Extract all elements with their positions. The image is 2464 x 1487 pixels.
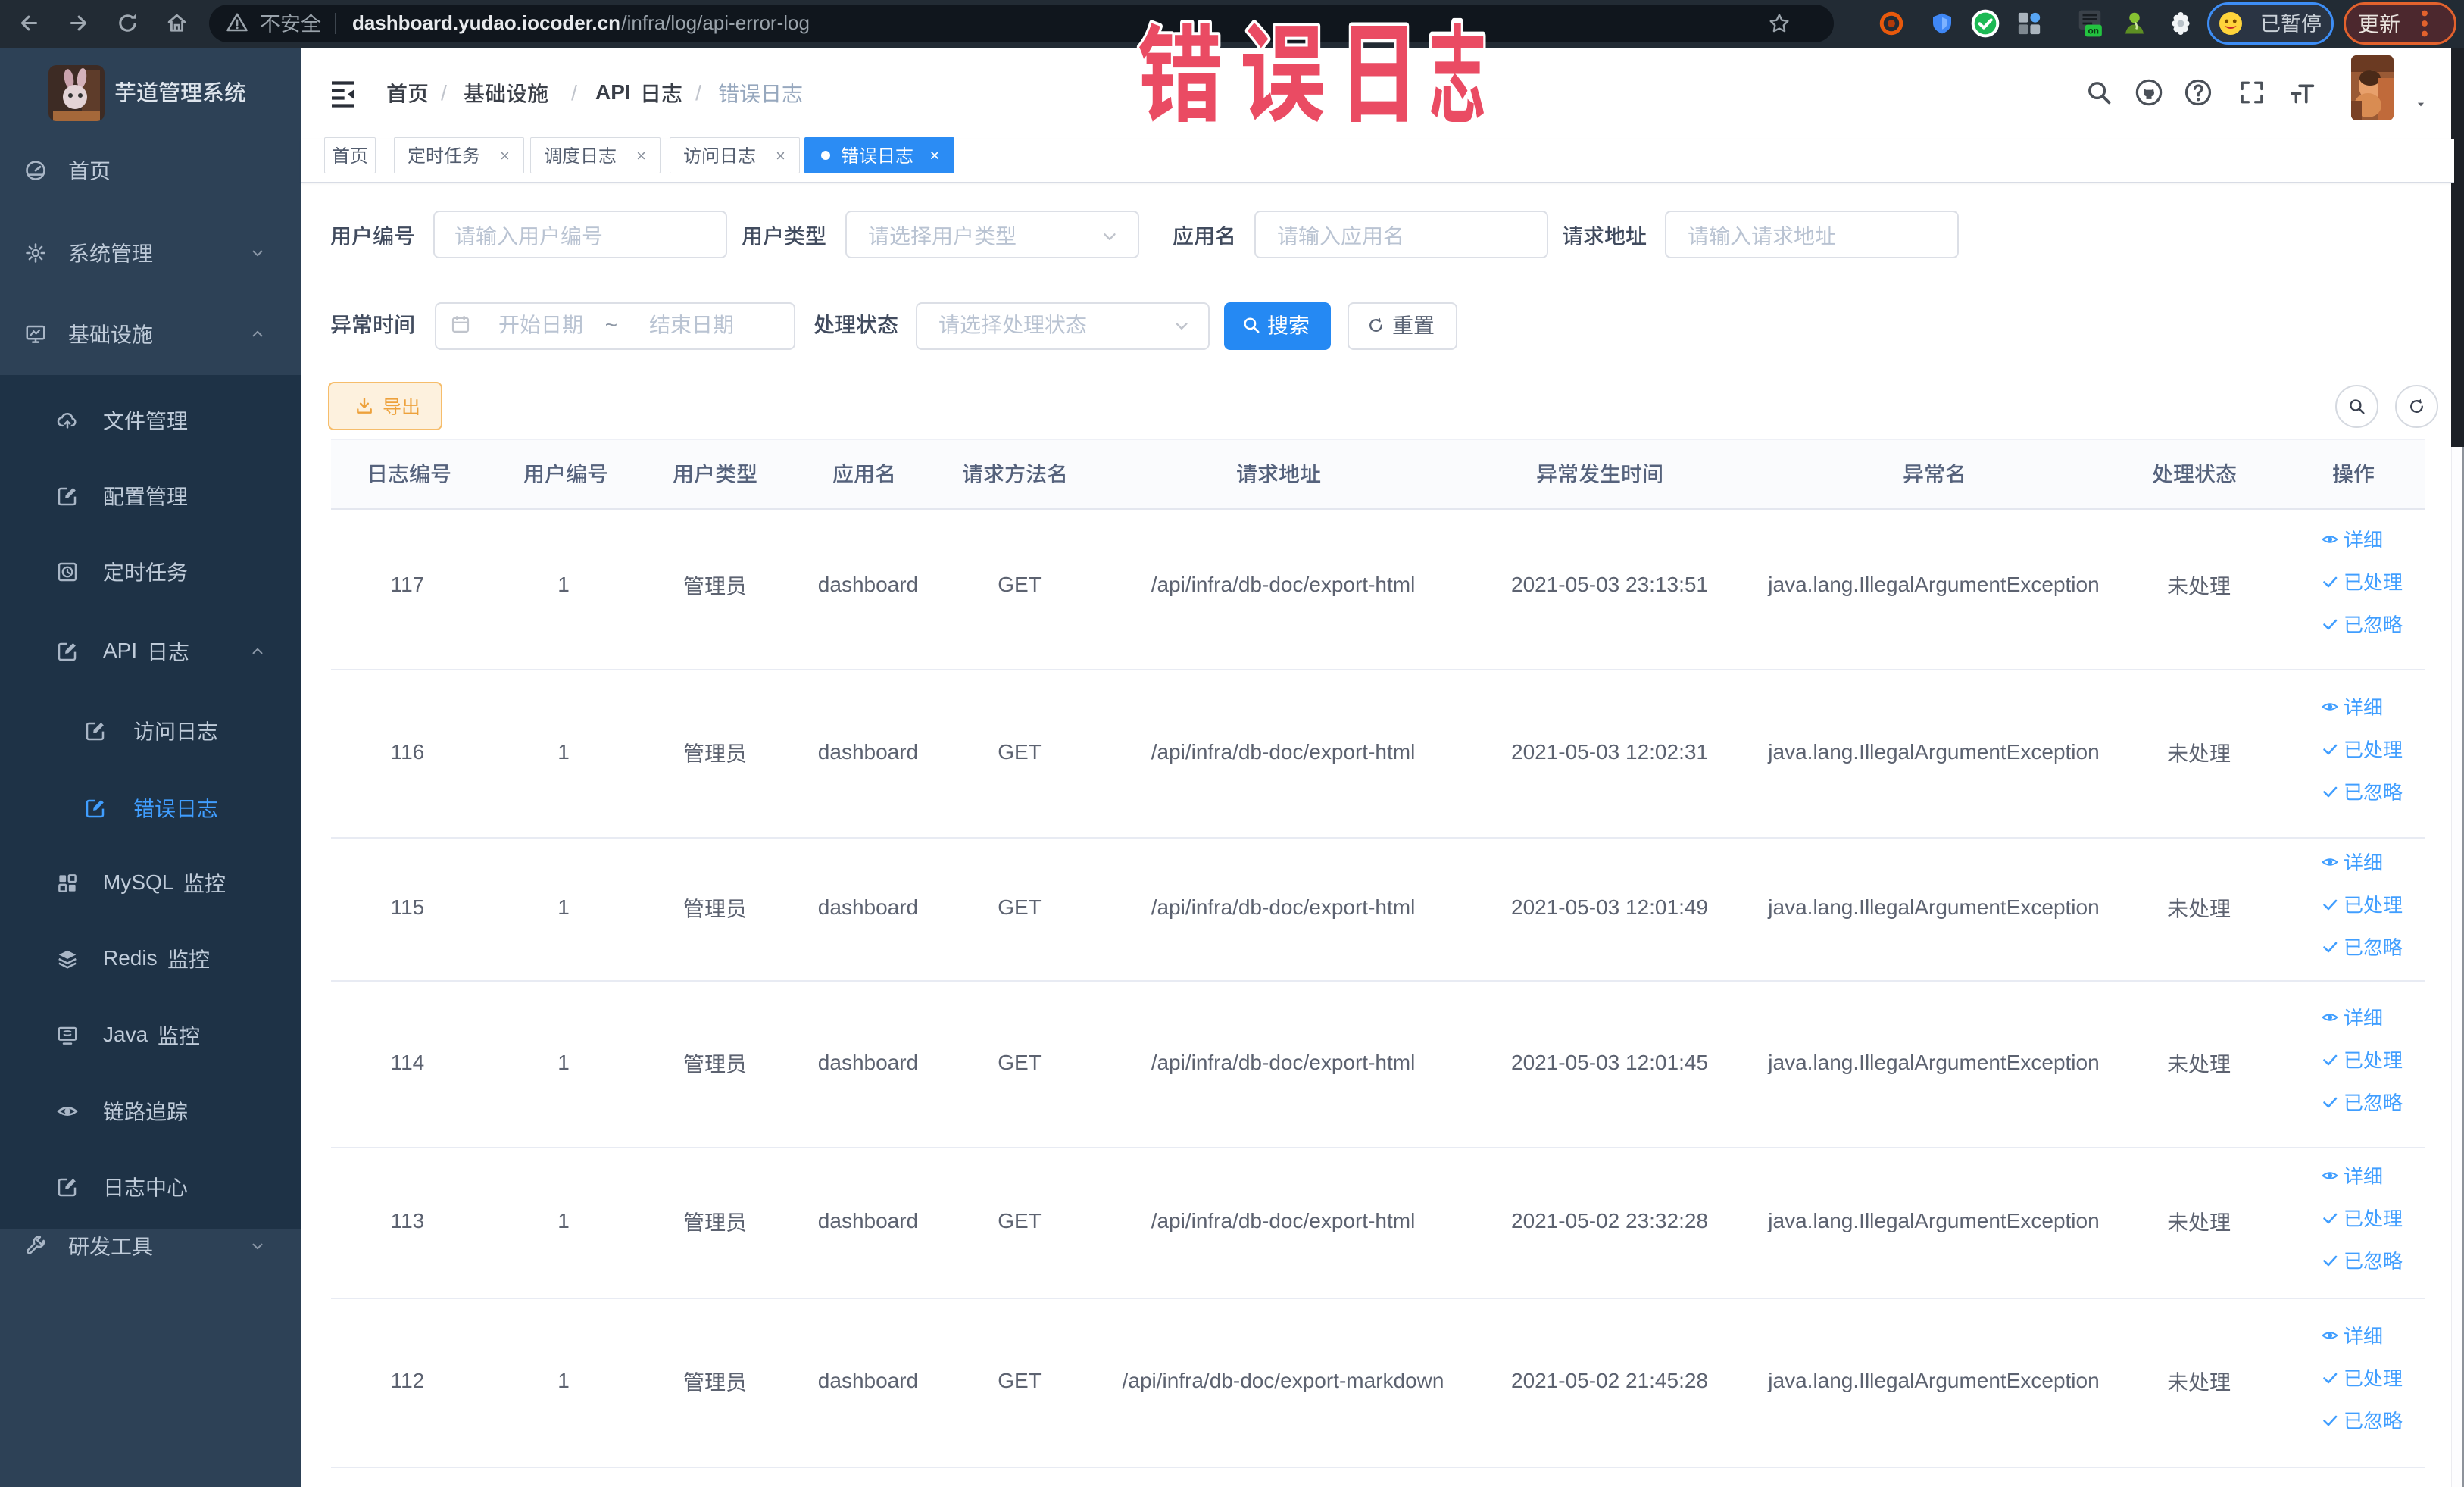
svg-text:on: on <box>2088 26 2100 36</box>
